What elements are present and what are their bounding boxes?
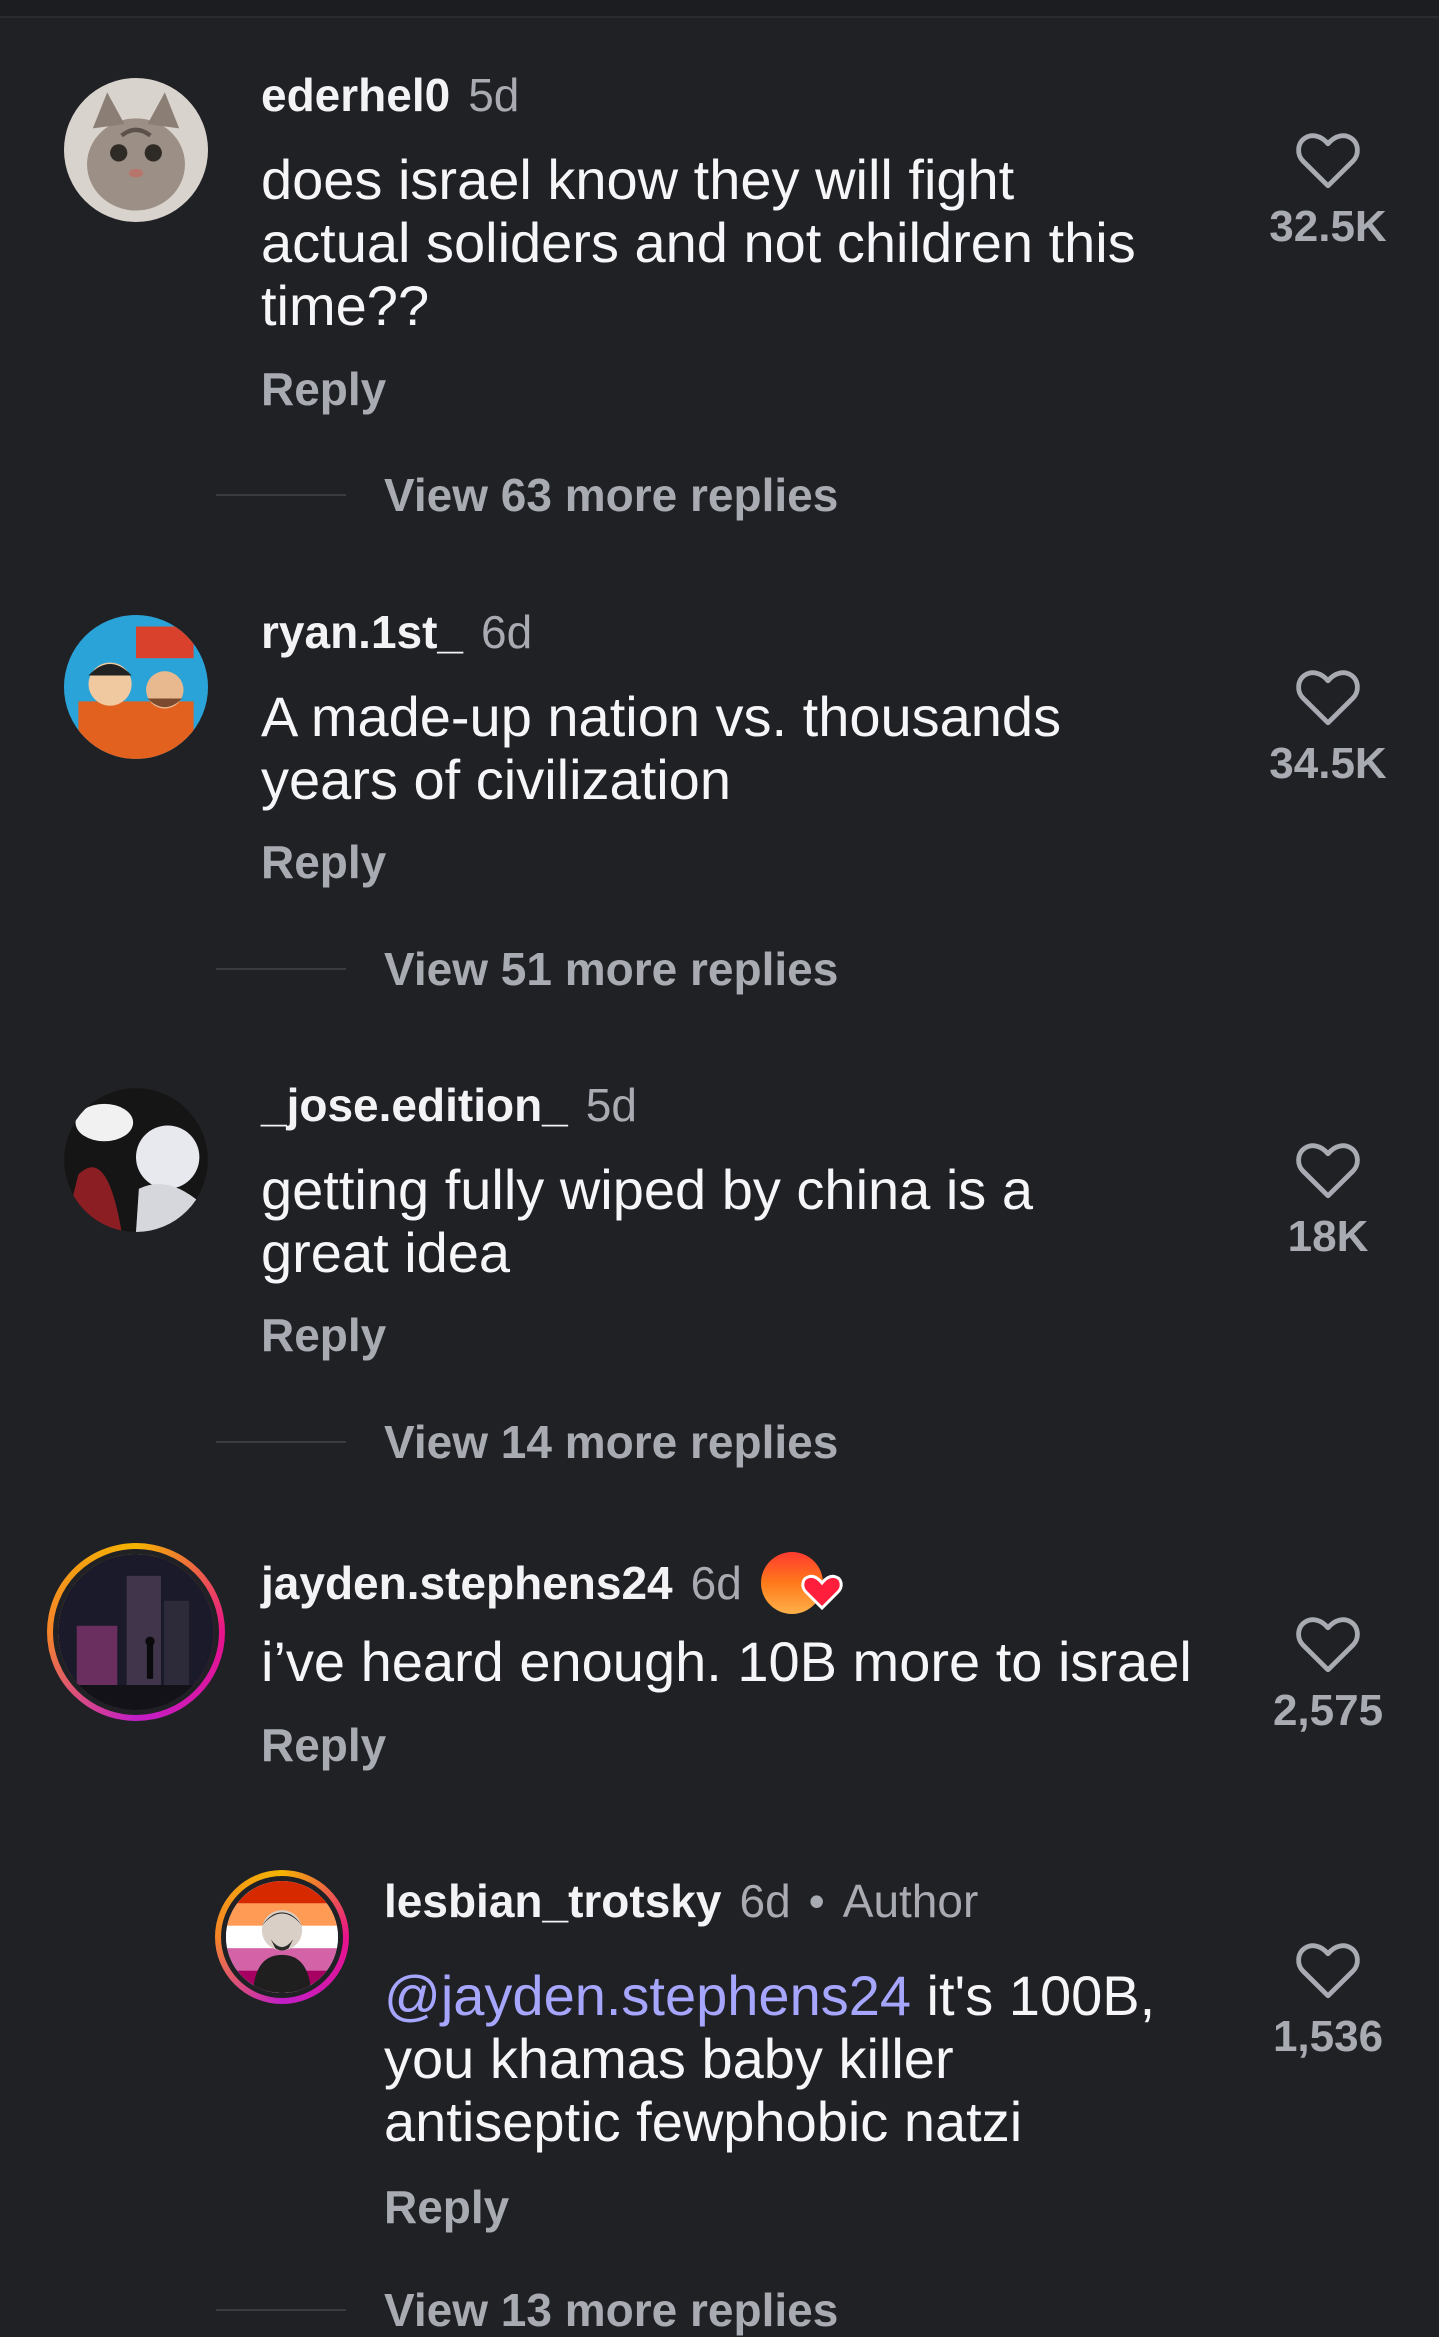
like-button[interactable]: 32.5K bbox=[1248, 128, 1408, 252]
like-count: 1,536 bbox=[1272, 2012, 1384, 2061]
comment-username[interactable]: _jose.edition_ bbox=[261, 1078, 568, 1132]
comment-line: actual soliders and not children this bbox=[261, 211, 1136, 274]
thread-line bbox=[216, 968, 346, 970]
heart-outline-icon bbox=[1296, 133, 1360, 189]
mention-link[interactable]: @jayden.stephens24 bbox=[384, 1964, 911, 2027]
portrait-flag-avatar-icon bbox=[226, 1881, 338, 1993]
reply-button[interactable]: Reply bbox=[384, 2180, 509, 2234]
avatar-jose[interactable] bbox=[64, 1088, 208, 1232]
comment-line: great idea bbox=[261, 1221, 511, 1284]
reply-button[interactable]: Reply bbox=[261, 835, 386, 889]
reply-line-rest: it's 100B, bbox=[911, 1964, 1156, 2027]
like-button[interactable]: 34.5K bbox=[1248, 665, 1408, 789]
comment-line: i’ve heard enough. 10B more to israel bbox=[261, 1630, 1192, 1693]
comic-avatar-icon bbox=[64, 1088, 208, 1232]
comment-line: does israel know they will fight bbox=[261, 148, 1015, 211]
cat-avatar-icon bbox=[64, 78, 208, 222]
view-more-replies[interactable]: View 14 more replies bbox=[216, 1415, 838, 1469]
comment-text: A made-up nation vs. thousands years of … bbox=[261, 685, 1061, 811]
comment-time: 5d bbox=[468, 69, 520, 121]
avatar-jayden[interactable] bbox=[47, 1543, 225, 1721]
reply-text: @jayden.stephens24 it's 100B, you khamas… bbox=[384, 1964, 1155, 2153]
reply-button[interactable]: Reply bbox=[261, 1718, 386, 1772]
comment-text: getting fully wiped by china is a great … bbox=[261, 1158, 1033, 1284]
heart-outline-icon bbox=[1296, 1617, 1360, 1673]
reply-button[interactable]: Reply bbox=[261, 1308, 386, 1362]
comment-line: years of civilization bbox=[261, 748, 731, 811]
cartoon-avatar-icon bbox=[64, 615, 208, 759]
city-night-avatar-icon bbox=[58, 1554, 214, 1710]
heart-badge-icon bbox=[760, 1550, 848, 1616]
reply-username[interactable]: lesbian_trotsky bbox=[384, 1874, 721, 1928]
reply-line: antiseptic fewphobic natzi bbox=[384, 2090, 1023, 2153]
like-button[interactable]: 1,536 bbox=[1248, 1938, 1408, 2062]
like-button[interactable]: 18K bbox=[1248, 1138, 1408, 1262]
comment-line: getting fully wiped by china is a bbox=[261, 1158, 1033, 1221]
comment-line: A made-up nation vs. thousands bbox=[261, 685, 1062, 748]
heart-outline-icon bbox=[1296, 1943, 1360, 1999]
like-count: 2,575 bbox=[1272, 1686, 1384, 1735]
comment-text: i’ve heard enough. 10B more to israel bbox=[261, 1630, 1192, 1693]
view-more-replies[interactable]: View 63 more replies bbox=[216, 468, 838, 522]
like-button[interactable]: 2,575 bbox=[1248, 1612, 1408, 1736]
view-more-label[interactable]: View 14 more replies bbox=[384, 1415, 838, 1469]
thread-line bbox=[216, 1441, 346, 1443]
view-more-label[interactable]: View 63 more replies bbox=[384, 468, 838, 522]
avatar-lesbian-trotsky[interactable] bbox=[215, 1870, 349, 2004]
view-more-replies[interactable]: View 51 more replies bbox=[216, 942, 838, 996]
reply-button[interactable]: Reply bbox=[261, 362, 386, 416]
thread-line bbox=[216, 2309, 346, 2311]
top-divider bbox=[0, 0, 1439, 18]
separator-dot: • bbox=[808, 1875, 825, 1927]
like-count: 34.5K bbox=[1269, 739, 1387, 788]
view-more-label[interactable]: View 13 more replies bbox=[384, 2283, 838, 2337]
avatar-ryan[interactable] bbox=[64, 615, 208, 759]
view-more-replies[interactable]: View 13 more replies bbox=[216, 2283, 838, 2337]
thread-line bbox=[216, 494, 346, 496]
author-label: Author bbox=[842, 1875, 979, 1927]
comment-time: 6d bbox=[481, 606, 533, 658]
comment-username[interactable]: jayden.stephens24 bbox=[261, 1556, 673, 1610]
comment-time: 5d bbox=[585, 1079, 637, 1131]
comment-line: time?? bbox=[261, 274, 430, 337]
comment-text: does israel know they will fight actual … bbox=[261, 148, 1136, 337]
heart-outline-icon bbox=[1296, 670, 1360, 726]
reply-time: 6d bbox=[739, 1875, 791, 1927]
comment-username[interactable]: ryan.1st_ bbox=[261, 605, 463, 659]
reply-line: you khamas baby killer bbox=[384, 2027, 954, 2090]
reply-line: @jayden.stephens24 it's 100B, bbox=[384, 1964, 1155, 2027]
like-count: 18K bbox=[1287, 1212, 1369, 1261]
view-more-label[interactable]: View 51 more replies bbox=[384, 942, 838, 996]
avatar-ederhel0[interactable] bbox=[64, 78, 208, 222]
like-count: 32.5K bbox=[1269, 202, 1387, 251]
comment-time: 6d bbox=[690, 1557, 742, 1609]
heart-outline-icon bbox=[1296, 1143, 1360, 1199]
comment-username[interactable]: ederhel0 bbox=[261, 68, 450, 122]
